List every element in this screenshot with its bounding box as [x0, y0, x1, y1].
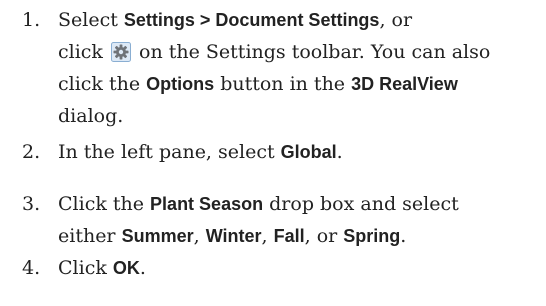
- document-settings-gear-icon: [111, 40, 131, 62]
- step-text: Click OK.: [58, 252, 528, 284]
- text-run: click the: [58, 73, 147, 95]
- step-line: click on the Settings toolbar. You can a…: [58, 36, 528, 68]
- text-run: either: [58, 225, 122, 247]
- step-text: Click the Plant Season drop box and sele…: [58, 188, 528, 252]
- step-line: click the Options button in the 3D RealV…: [58, 68, 528, 100]
- plant-season-label: Plant Season: [150, 194, 264, 214]
- text-run: , or: [379, 9, 413, 31]
- text-run: ,: [261, 225, 274, 247]
- step-line: Click the Plant Season drop box and sele…: [58, 188, 528, 220]
- step-line: In the left pane, select Global.: [58, 136, 528, 168]
- text-run: on the Settings toolbar. You can also: [133, 41, 491, 63]
- step-line: dialog.: [58, 100, 528, 132]
- text-run: ,: [193, 225, 206, 247]
- step-text: Select Settings > Document Settings, or …: [58, 4, 528, 132]
- step-text: In the left pane, select Global.: [58, 136, 528, 168]
- text-run: .: [400, 225, 407, 247]
- step-line: Select Settings > Document Settings, or: [58, 4, 528, 36]
- season-spring-label: Spring: [343, 226, 401, 246]
- text-run: In the left pane, select: [58, 141, 281, 163]
- realview-dialog-label: 3D RealView: [351, 74, 458, 94]
- step-line: Click OK.: [58, 252, 528, 284]
- text-run: Click the: [58, 193, 151, 215]
- text-run: .: [139, 257, 146, 279]
- text-run: .: [336, 141, 343, 163]
- text-run: dialog.: [58, 105, 124, 127]
- ok-button-label: OK: [112, 258, 140, 278]
- options-button-label: Options: [146, 74, 215, 94]
- season-winter-label: Winter: [205, 226, 262, 246]
- step-number: 2.: [22, 141, 41, 163]
- step-line: either Summer, Winter, Fall, or Spring.: [58, 220, 528, 252]
- season-summer-label: Summer: [121, 226, 194, 246]
- text-run: , or: [304, 225, 344, 247]
- step-number: 3.: [22, 193, 41, 215]
- menu-path-settings-document-settings: Settings > Document Settings: [123, 10, 380, 30]
- text-run: Select: [58, 9, 124, 31]
- text-run: click: [58, 41, 109, 63]
- text-run: drop box and select: [263, 193, 459, 215]
- text-run: Click: [58, 257, 113, 279]
- text-run: button in the: [214, 73, 352, 95]
- season-fall-label: Fall: [273, 226, 305, 246]
- step-number: 4.: [22, 257, 41, 279]
- step-number: 1.: [22, 9, 41, 31]
- global-option-label: Global: [280, 142, 337, 162]
